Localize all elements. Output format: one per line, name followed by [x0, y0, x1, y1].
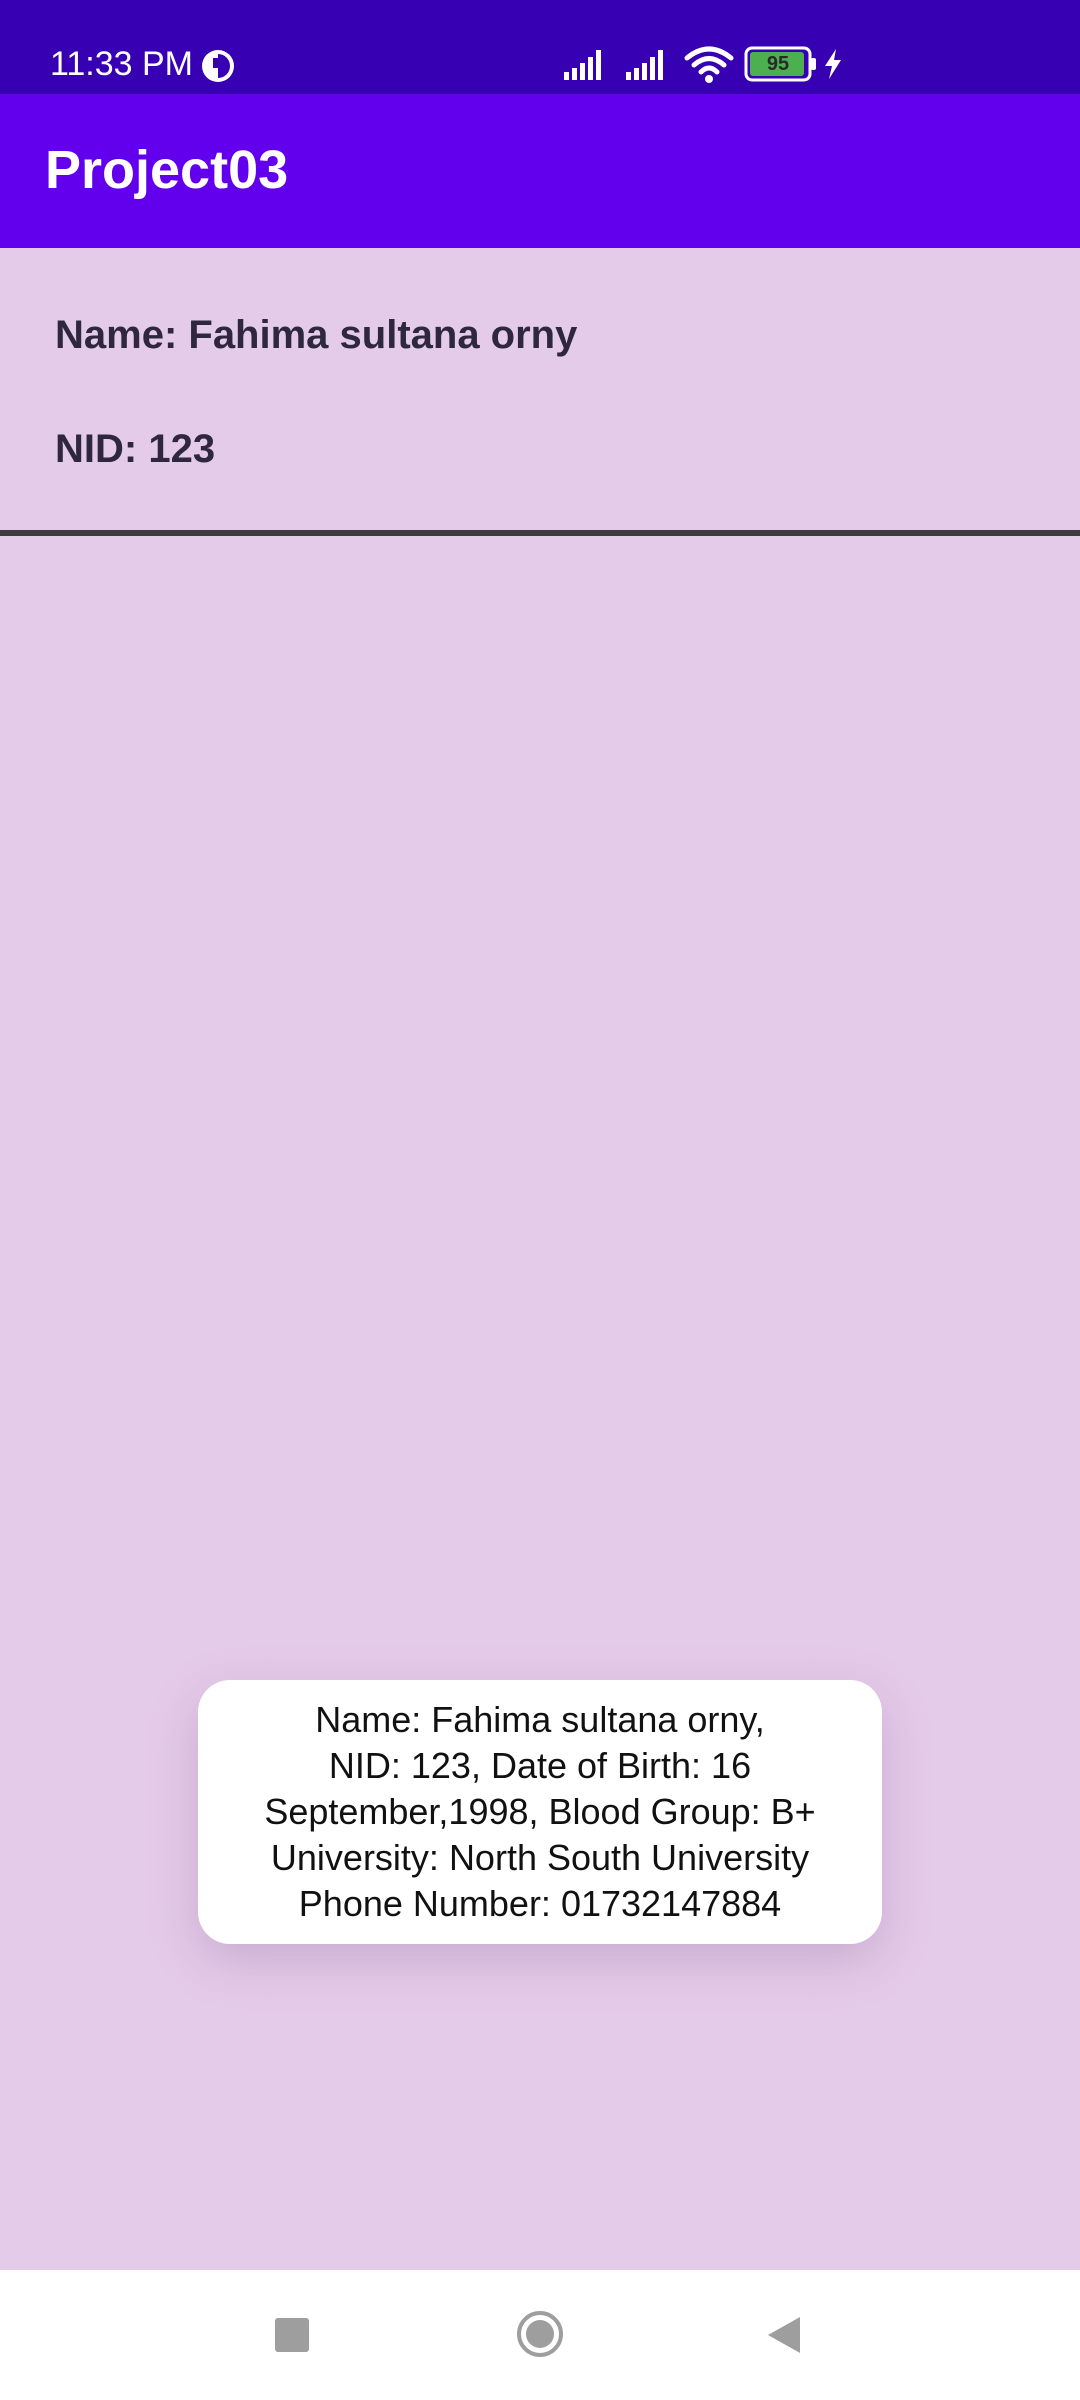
battery-level: 95: [766, 53, 790, 75]
recent-apps-button[interactable]: [275, 2318, 309, 2352]
toast-text: Name: Fahima sultana orny, NID: 123, Dat…: [264, 1699, 816, 1924]
charging-icon: [825, 49, 841, 79]
home-button[interactable]: [516, 2310, 564, 2358]
signal-icon: [564, 50, 601, 80]
name-text: Name: Fahima sultana orny: [55, 313, 578, 357]
divider: [0, 530, 1080, 536]
app-title: Project03: [45, 140, 289, 200]
signal-icon: [626, 50, 663, 80]
nid-text: NID: 123: [55, 427, 216, 471]
app-bar: Project03: [0, 94, 1080, 248]
status-time: 11:33 PM: [50, 45, 194, 83]
back-button[interactable]: [764, 2314, 804, 2356]
navigation-bar: [0, 2270, 1080, 2400]
clock-badge-icon: [202, 50, 234, 82]
toast-message: Name: Fahima sultana orny, NID: 123, Dat…: [198, 1680, 882, 1944]
wifi-icon: [684, 46, 734, 83]
info-section: Name: Fahima sultana orny NID: 123: [0, 248, 1080, 532]
status-bar: 11:33 PM 95: [0, 0, 1080, 94]
